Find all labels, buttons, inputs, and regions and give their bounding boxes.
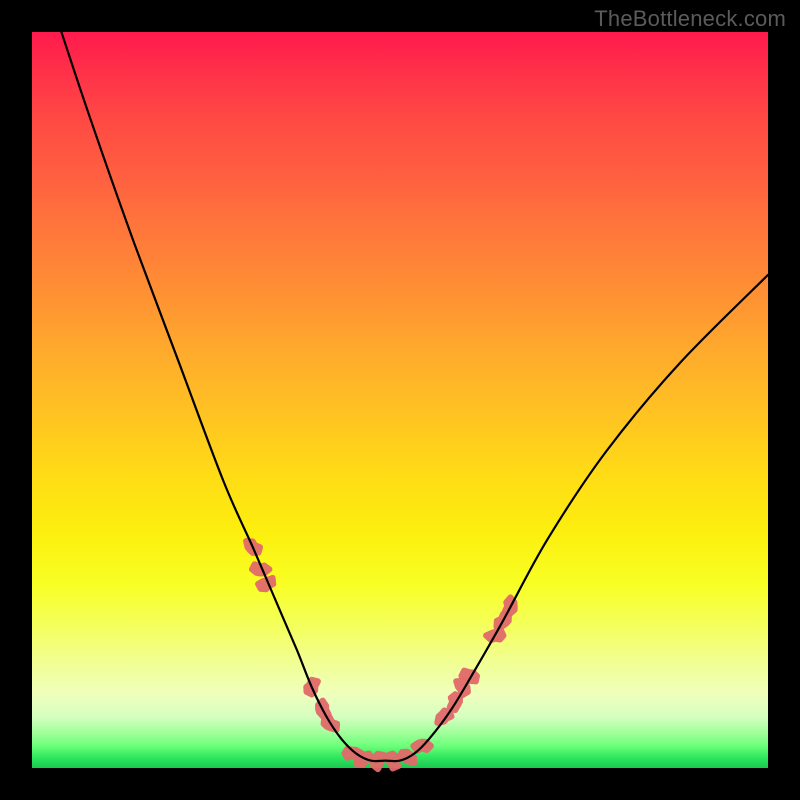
watermark-text: TheBottleneck.com — [594, 6, 786, 32]
chart-overlay — [32, 32, 768, 768]
chart-frame: TheBottleneck.com — [0, 0, 800, 800]
bottleneck-curve — [61, 32, 768, 761]
marker-group — [246, 541, 515, 769]
